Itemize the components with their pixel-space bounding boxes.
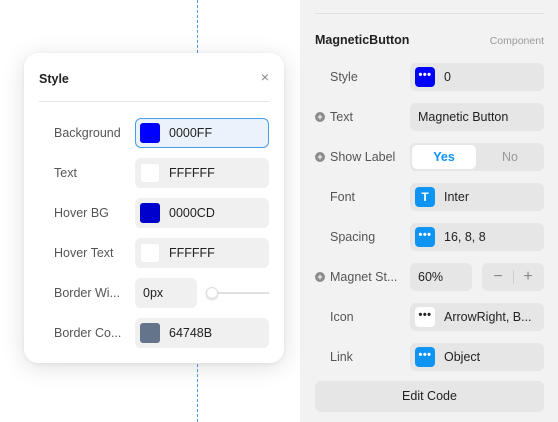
show-label-toggle: Yes No <box>410 143 544 171</box>
prop-label-icon: Icon <box>330 310 354 324</box>
text-type-icon: T <box>415 187 435 207</box>
dots-icon: ••• <box>415 307 435 327</box>
prop-label-spacing: Spacing <box>330 230 376 244</box>
popup-label-background: Background <box>54 126 121 140</box>
prop-label-magnet: Magnet St... <box>330 270 398 284</box>
prop-row-font: Font T Inter <box>300 183 558 211</box>
style-value: 0 <box>444 70 451 84</box>
magnet-strength-value: 60% <box>418 270 444 284</box>
popup-row-hover-bg: Hover BG 0000CD <box>24 198 284 228</box>
text-color-value: FFFFFF <box>169 166 215 180</box>
add-plus-icon[interactable]: + <box>315 272 325 282</box>
link-value: Object <box>444 350 481 364</box>
text-value: Magnetic Button <box>418 110 509 124</box>
popup-row-hover-text: Hover Text FFFFFF <box>24 238 284 268</box>
color-swatch[interactable] <box>140 323 160 343</box>
style-popup: Style × Background 0000FF Text FFFFFF Ho… <box>24 53 284 363</box>
dots-icon: ••• <box>415 347 435 367</box>
style-field[interactable]: ••• 0 <box>410 63 544 91</box>
prop-row-spacing: Spacing ••• 16, 8, 8 <box>300 223 558 251</box>
edit-code-button[interactable]: Edit Code <box>315 381 544 412</box>
prop-row-show-label: + Show Label Yes No <box>300 143 558 171</box>
font-value: Inter <box>444 190 470 204</box>
prop-row-icon: Icon ••• ArrowRight, B... <box>300 303 558 331</box>
text-input[interactable]: Magnetic Button <box>410 103 544 131</box>
prop-label-style: Style <box>330 70 358 84</box>
prop-row-style: Style ••• 0 <box>300 63 558 91</box>
spacing-field[interactable]: ••• 16, 8, 8 <box>410 223 544 251</box>
increment-button[interactable]: + <box>515 267 541 287</box>
hover-text-color-value: FFFFFF <box>169 246 215 260</box>
properties-panel: MagneticButton Component Style ••• 0 + T… <box>300 0 558 422</box>
dots-icon: ••• <box>415 227 435 247</box>
border-width-input[interactable]: 0px <box>135 278 197 308</box>
show-label-no-option[interactable]: No <box>478 145 542 169</box>
panel-divider <box>315 13 544 14</box>
prop-row-link: Link ••• Object <box>300 343 558 371</box>
prop-label-link: Link <box>330 350 353 364</box>
spacing-value: 16, 8, 8 <box>444 230 486 244</box>
add-plus-icon[interactable]: + <box>315 152 325 162</box>
popup-label-border-width: Border Wi... <box>54 286 120 300</box>
stepper-divider <box>513 270 514 284</box>
border-color-input[interactable]: 64748B <box>135 318 269 348</box>
decrement-button[interactable]: − <box>485 267 511 287</box>
prop-label-font: Font <box>330 190 356 204</box>
magnet-stepper: − + <box>482 263 544 291</box>
show-label-yes-option[interactable]: Yes <box>412 145 476 169</box>
color-swatch[interactable] <box>140 243 160 263</box>
popup-label-hover-text: Hover Text <box>54 246 114 260</box>
color-swatch[interactable] <box>140 163 160 183</box>
dots-icon: ••• <box>415 67 435 87</box>
popup-divider <box>39 101 269 102</box>
panel-header: MagneticButton Component <box>315 33 544 47</box>
hover-bg-color-value: 0000CD <box>169 206 215 220</box>
icon-value: ArrowRight, B... <box>444 310 532 324</box>
font-field[interactable]: T Inter <box>410 183 544 211</box>
popup-row-border-color: Border Co... 64748B <box>24 318 284 348</box>
add-plus-icon[interactable]: + <box>315 112 325 122</box>
popup-label-border-color: Border Co... <box>54 326 122 340</box>
background-color-input[interactable]: 0000FF <box>135 118 269 148</box>
popup-label-hover-bg: Hover BG <box>54 206 109 220</box>
icon-field[interactable]: ••• ArrowRight, B... <box>410 303 544 331</box>
prop-row-text: + Text Magnetic Button <box>300 103 558 131</box>
border-color-value: 64748B <box>169 326 213 340</box>
border-width-value: 0px <box>143 286 164 300</box>
color-swatch[interactable] <box>140 203 160 223</box>
component-name: MagneticButton <box>315 33 410 47</box>
hover-text-color-input[interactable]: FFFFFF <box>135 238 269 268</box>
close-icon[interactable]: × <box>261 69 269 85</box>
hover-bg-color-input[interactable]: 0000CD <box>135 198 269 228</box>
magnet-strength-input[interactable]: 60% <box>410 263 472 291</box>
popup-row-background: Background 0000FF <box>24 118 284 148</box>
popup-row-text: Text FFFFFF <box>24 158 284 188</box>
popup-row-border-width: Border Wi... 0px <box>24 278 284 308</box>
border-width-slider[interactable] <box>206 287 269 299</box>
link-field[interactable]: ••• Object <box>410 343 544 371</box>
popup-label-text: Text <box>54 166 77 180</box>
background-color-value: 0000FF <box>169 126 213 140</box>
prop-label-show-label: Show Label <box>330 150 396 164</box>
prop-label-text: Text <box>330 110 353 124</box>
component-type-label: Component <box>489 35 544 47</box>
text-color-input[interactable]: FFFFFF <box>135 158 269 188</box>
popup-title: Style <box>39 72 69 86</box>
prop-row-magnet: + Magnet St... 60% − + <box>300 263 558 291</box>
color-swatch[interactable] <box>140 123 160 143</box>
slider-handle[interactable] <box>206 287 218 299</box>
